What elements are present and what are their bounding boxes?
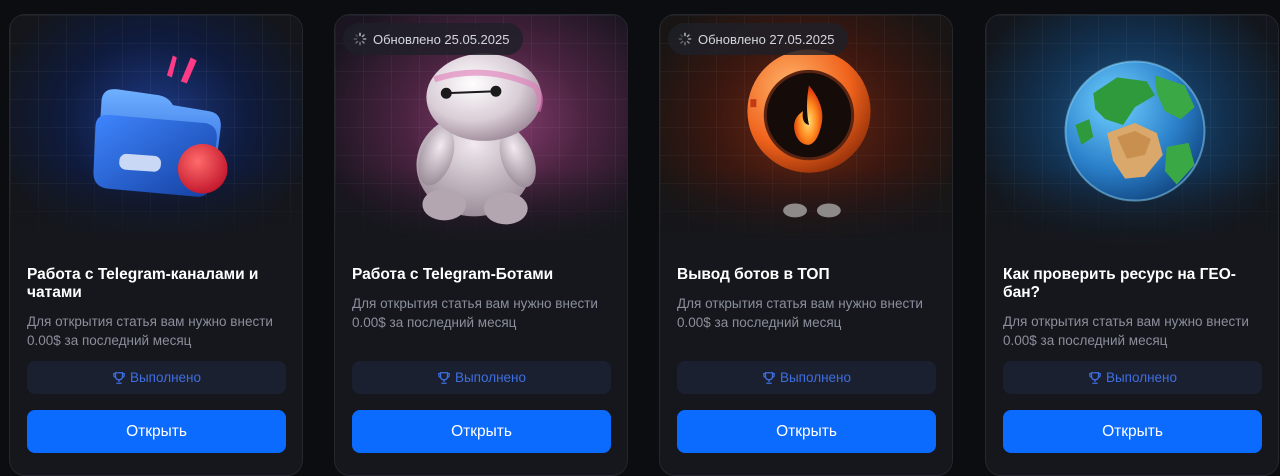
spinner-icon xyxy=(353,32,367,46)
status-completed: Выполнено xyxy=(352,361,611,394)
updated-badge: Обновлено 25.05.2025 xyxy=(343,23,524,55)
updated-badge: Обновлено 27.05.2025 xyxy=(668,23,849,55)
article-card: Как проверить ресурс на ГЕО-бан? Для отк… xyxy=(985,14,1279,476)
trophy-icon xyxy=(1089,371,1101,384)
card-title: Вывод ботов в ТОП xyxy=(677,266,830,283)
open-button[interactable]: Открыть xyxy=(27,410,286,453)
badge-label: Обновлено 25.05.2025 xyxy=(373,31,510,47)
status-completed: Выполнено xyxy=(27,361,286,394)
status-completed: Выполнено xyxy=(677,361,936,394)
status-label: Выполнено xyxy=(454,370,527,385)
articles-grid: Работа с Telegram-каналами и чатами Для … xyxy=(0,0,1280,476)
telegram-folder-icon xyxy=(93,55,228,197)
badge-label: Обновлено 27.05.2025 xyxy=(698,31,835,47)
trophy-icon xyxy=(438,371,450,384)
card-description: Для открытия статья вам нужно внести 0.0… xyxy=(1003,314,1249,348)
card-description: Для открытия статья вам нужно внести 0.0… xyxy=(677,296,923,330)
article-card: Работа с Telegram-каналами и чатами Для … xyxy=(9,14,303,476)
status-label: Выполнено xyxy=(1105,370,1178,385)
trophy-icon xyxy=(763,371,775,384)
trophy-icon xyxy=(113,371,125,384)
status-completed: Выполнено xyxy=(1003,361,1262,394)
spinner-icon xyxy=(678,32,692,46)
card-image xyxy=(10,15,302,247)
card-title: Как проверить ресурс на ГЕО-бан? xyxy=(1003,266,1236,301)
card-description: Для открытия статья вам нужно внести 0.0… xyxy=(27,314,273,348)
card-title: Работа с Telegram-каналами и чатами xyxy=(27,266,259,301)
card-description: Для открытия статья вам нужно внести 0.0… xyxy=(352,296,598,330)
open-button[interactable]: Открыть xyxy=(352,410,611,453)
status-label: Выполнено xyxy=(129,370,202,385)
status-label: Выполнено xyxy=(779,370,852,385)
open-button[interactable]: Открыть xyxy=(1003,410,1262,453)
card-title: Работа с Telegram-Ботами xyxy=(352,266,554,283)
article-card: Обновлено 27.05.2025 Вывод ботов в ТОП Д… xyxy=(659,14,953,476)
article-card: Обновлено 25.05.2025 Работа с Telegram-Б… xyxy=(334,14,628,476)
card-image xyxy=(986,15,1278,247)
globe-icon xyxy=(1064,60,1206,202)
open-button[interactable]: Открыть xyxy=(677,410,936,453)
